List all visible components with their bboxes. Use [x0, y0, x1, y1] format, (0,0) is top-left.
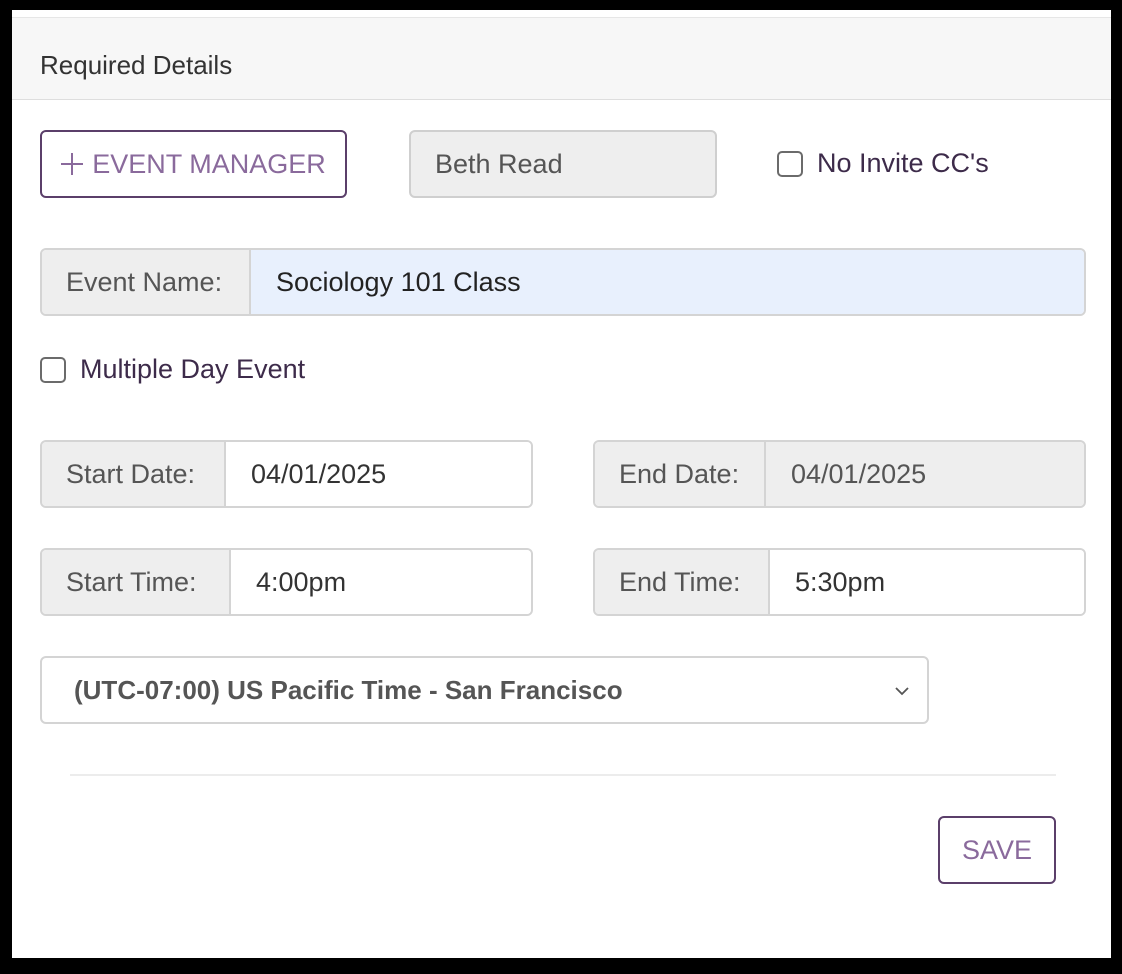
start-time-group: Start Time: 4:00pm — [40, 548, 533, 616]
end-time-label: End Time: — [595, 550, 770, 614]
end-time-group: End Time: 5:30pm — [593, 548, 1086, 616]
timezone-select[interactable]: (UTC-07:00) US Pacific Time - San Franci… — [40, 656, 929, 724]
no-invite-cc-checkbox[interactable] — [777, 150, 803, 177]
multiple-day-checkbox-row[interactable]: Multiple Day Event — [40, 354, 305, 385]
start-time-input[interactable]: 4:00pm — [231, 550, 531, 614]
add-event-manager-label: EVENT MANAGER — [92, 148, 326, 179]
timezone-selected-value: (UTC-07:00) US Pacific Time - San Franci… — [74, 674, 623, 705]
event-name-group: Event Name: Sociology 101 Class — [40, 248, 1086, 316]
start-date-group: Start Date: 04/01/2025 — [40, 440, 533, 508]
save-button[interactable]: SAVE — [938, 816, 1056, 884]
plus-icon — [61, 153, 84, 175]
required-details-panel: Required Details EVENT MANAGER Beth Read… — [12, 10, 1111, 958]
no-invite-cc-checkbox-row[interactable]: No Invite CC's — [777, 148, 989, 179]
end-time-input[interactable]: 5:30pm — [770, 550, 1084, 614]
panel-title: Required Details — [40, 50, 233, 80]
no-invite-cc-label: No Invite CC's — [817, 148, 989, 178]
event-name-label: Event Name: — [42, 250, 251, 314]
start-date-label: Start Date: — [42, 442, 226, 506]
event-manager-name: Beth Read — [409, 130, 717, 198]
start-time-label: Start Time: — [42, 550, 231, 614]
multiple-day-label: Multiple Day Event — [80, 354, 306, 384]
panel-header: Required Details — [12, 17, 1111, 100]
end-date-label: End Date: — [595, 442, 766, 506]
divider — [70, 774, 1056, 776]
event-name-input[interactable]: Sociology 101 Class — [251, 250, 1084, 314]
multiple-day-checkbox[interactable] — [40, 356, 66, 383]
add-event-manager-button[interactable]: EVENT MANAGER — [40, 130, 347, 198]
end-date-group: End Date: 04/01/2025 — [593, 440, 1086, 508]
end-date-input: 04/01/2025 — [766, 442, 1084, 506]
chevron-down-icon — [895, 687, 909, 696]
start-date-input[interactable]: 04/01/2025 — [226, 442, 531, 506]
